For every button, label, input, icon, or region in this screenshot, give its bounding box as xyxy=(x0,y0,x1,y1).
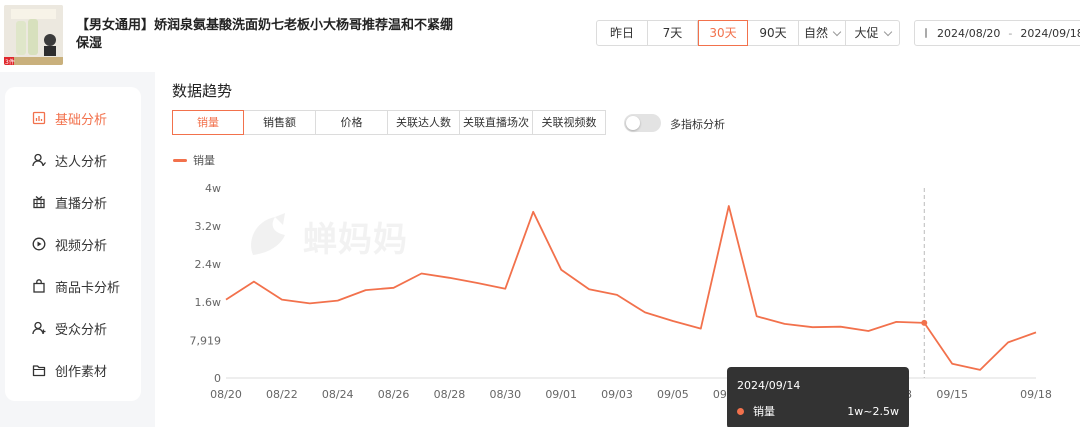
tooltip-value: 1w~2.5w xyxy=(847,404,899,418)
x-tick-label: 08/28 xyxy=(434,388,466,401)
x-tick-label: 09/18 xyxy=(1020,388,1052,401)
tooltip-series-dot xyxy=(737,407,744,415)
data-point xyxy=(921,319,928,326)
tooltip-series-name: 销量 xyxy=(753,405,775,418)
x-tick-label: 09/01 xyxy=(545,388,577,401)
x-tick-label: 09/03 xyxy=(601,388,633,401)
tooltip-date: 2024/09/14 xyxy=(737,379,801,392)
watermark-logo-icon xyxy=(251,213,285,255)
x-tick-label: 09/15 xyxy=(936,388,968,401)
y-tick-label: 7,919 xyxy=(190,334,222,347)
y-tick-label: 1.6w xyxy=(195,296,222,309)
watermark-text: 蝉妈妈 xyxy=(303,219,408,260)
tooltip-row: 销量 1w~2.5w xyxy=(737,403,899,419)
y-tick-label: 3.2w xyxy=(195,220,222,233)
y-tick-label: 0 xyxy=(214,372,221,385)
x-tick-label: 08/20 xyxy=(210,388,242,401)
sales-trend-chart: 0 7,919 1.6w 2.4w 3.2w 4w 08/20 08/22 08/24 08/26… xyxy=(190,182,1052,401)
y-tick-label: 4w xyxy=(205,182,221,195)
x-tick-label: 09/05 xyxy=(657,388,689,401)
x-tick-label: 08/22 xyxy=(266,388,298,401)
chart-tooltip: 2024/09/14 销量 1w~2.5w xyxy=(727,367,909,427)
watermark: 蝉妈妈 xyxy=(245,211,408,261)
x-tick-label: 08/24 xyxy=(322,388,354,401)
x-tick-label: 08/30 xyxy=(489,388,521,401)
y-tick-label: 2.4w xyxy=(195,258,222,271)
x-tick-label: 08/26 xyxy=(378,388,410,401)
